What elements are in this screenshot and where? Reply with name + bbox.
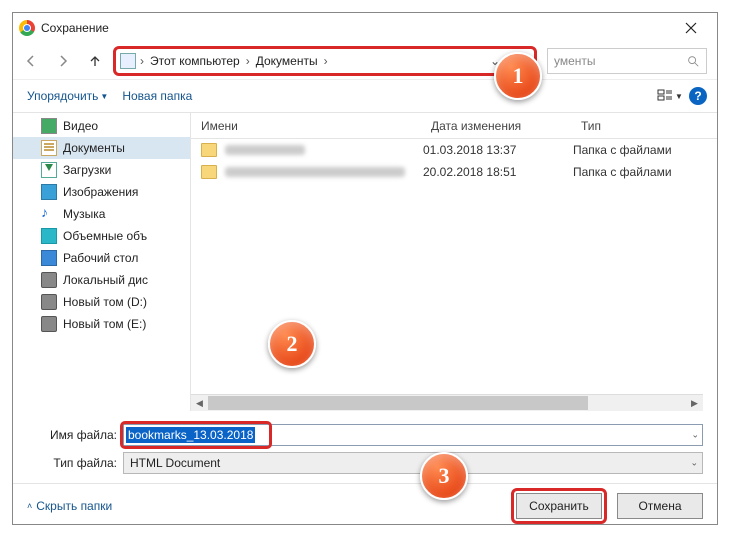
annotation-callout-1: 1 bbox=[494, 52, 542, 100]
blurred-name bbox=[225, 167, 405, 177]
annotation-frame: Сохранить bbox=[511, 488, 607, 524]
chevron-down-icon: ⌄ bbox=[690, 458, 698, 469]
folder-icon bbox=[201, 143, 217, 157]
titlebar: Сохранение bbox=[13, 13, 717, 43]
file-list: Имени Дата изменения Тип 01.03.2018 13:3… bbox=[191, 113, 717, 411]
sidebar-item-images[interactable]: Изображения bbox=[13, 181, 190, 203]
sidebar-item-disk-e[interactable]: Новый том (E:) bbox=[13, 313, 190, 335]
arrow-up-icon bbox=[87, 53, 103, 69]
image-icon bbox=[41, 184, 57, 200]
list-item[interactable]: 20.02.2018 18:51 Папка с файлами bbox=[191, 161, 717, 183]
close-button[interactable] bbox=[671, 13, 711, 43]
file-rows: 01.03.2018 13:37 Папка с файлами 20.02.2… bbox=[191, 139, 717, 411]
arrow-left-icon bbox=[23, 53, 39, 69]
desktop-icon bbox=[41, 250, 57, 266]
view-button[interactable]: ▼ bbox=[657, 85, 683, 107]
chrome-icon bbox=[19, 20, 35, 36]
filetype-label: Тип файла: bbox=[27, 456, 117, 470]
cell-type: Папка с файлами bbox=[573, 165, 672, 179]
chevron-up-icon: ˄ bbox=[27, 501, 32, 511]
pc-icon bbox=[120, 53, 136, 69]
chevron-down-icon: ▼ bbox=[100, 92, 108, 101]
arrow-right-icon bbox=[55, 53, 71, 69]
document-icon bbox=[41, 140, 57, 156]
filetype-value: HTML Document bbox=[130, 456, 220, 470]
cell-type: Папка с файлами bbox=[573, 143, 672, 157]
nav-back-button[interactable] bbox=[17, 47, 45, 75]
annotation-callout-3: 3 bbox=[420, 452, 468, 500]
window-title: Сохранение bbox=[41, 21, 671, 35]
nav-up-button[interactable] bbox=[81, 47, 109, 75]
filename-value: bookmarks_13.03.2018 bbox=[126, 427, 255, 443]
col-name[interactable]: Имени bbox=[191, 119, 431, 133]
music-icon bbox=[41, 206, 57, 222]
nav-row: › Этот компьютер › Документы › ⌄ ументы bbox=[13, 43, 717, 79]
h-scrollbar[interactable]: ◀ ▶ bbox=[191, 394, 703, 411]
hide-folders-button[interactable]: ˄Скрыть папки bbox=[27, 499, 112, 513]
save-button[interactable]: Сохранить bbox=[516, 493, 602, 519]
sidebar-item-music[interactable]: Музыка bbox=[13, 203, 190, 225]
organize-button[interactable]: Упорядочить ▼ bbox=[23, 87, 112, 105]
footer: ˄Скрыть папки Сохранить Отмена bbox=[13, 483, 717, 527]
search-placeholder: ументы bbox=[554, 54, 686, 68]
breadcrumb-seg-pc[interactable]: Этот компьютер bbox=[144, 54, 246, 68]
sidebar-item-video[interactable]: Видео bbox=[13, 115, 190, 137]
cancel-button[interactable]: Отмена bbox=[617, 493, 703, 519]
sidebar-item-disk-d[interactable]: Новый том (D:) bbox=[13, 291, 190, 313]
search-icon bbox=[686, 54, 700, 68]
disk-icon bbox=[41, 272, 57, 288]
nav-fwd-button[interactable] bbox=[49, 47, 77, 75]
close-icon bbox=[685, 22, 697, 34]
disk-icon bbox=[41, 316, 57, 332]
save-dialog: Сохранение › Этот компьютер › Документы … bbox=[12, 12, 718, 525]
sidebar-item-documents[interactable]: Документы bbox=[13, 137, 190, 159]
column-headers[interactable]: Имени Дата изменения Тип bbox=[191, 113, 717, 139]
blurred-name bbox=[225, 145, 305, 155]
address-bar[interactable]: › Этот компьютер › Документы › ⌄ bbox=[113, 46, 537, 76]
list-item[interactable]: 01.03.2018 13:37 Папка с файлами bbox=[191, 139, 717, 161]
download-icon bbox=[41, 162, 57, 178]
col-date[interactable]: Дата изменения bbox=[431, 119, 581, 133]
breadcrumb-seg-docs[interactable]: Документы bbox=[250, 54, 324, 68]
search-input[interactable]: ументы bbox=[547, 48, 707, 74]
sidebar-item-downloads[interactable]: Загрузки bbox=[13, 159, 190, 181]
cube-icon bbox=[41, 228, 57, 244]
scroll-thumb[interactable] bbox=[208, 396, 588, 410]
sidebar-item-desktop[interactable]: Рабочий стол bbox=[13, 247, 190, 269]
view-icon bbox=[657, 88, 673, 104]
chevron-down-icon[interactable]: ⌄ bbox=[691, 430, 699, 441]
scroll-left-icon[interactable]: ◀ bbox=[191, 395, 208, 411]
nav-tree[interactable]: Видео Документы Загрузки Изображения Муз… bbox=[13, 113, 191, 411]
body: Видео Документы Загрузки Изображения Муз… bbox=[13, 113, 717, 411]
filename-label: Имя файла: bbox=[27, 428, 117, 442]
help-icon: ? bbox=[694, 89, 701, 103]
cell-date: 20.02.2018 18:51 bbox=[423, 165, 573, 179]
annotation-callout-2: 2 bbox=[268, 320, 316, 368]
col-type[interactable]: Тип bbox=[581, 119, 717, 133]
chevron-right-icon: › bbox=[324, 54, 328, 68]
folder-icon bbox=[201, 165, 217, 179]
fields: Имя файла: bookmarks_13.03.2018 ⌄ Тип фа… bbox=[13, 411, 717, 483]
newfolder-button[interactable]: Новая папка bbox=[118, 87, 196, 105]
toolbar: Упорядочить ▼ Новая папка ▼ ? bbox=[13, 79, 717, 113]
filetype-select[interactable]: HTML Document ⌄ bbox=[123, 452, 703, 474]
scroll-right-icon[interactable]: ▶ bbox=[686, 395, 703, 411]
cell-date: 01.03.2018 13:37 bbox=[423, 143, 573, 157]
sidebar-item-localdisk[interactable]: Локальный дис bbox=[13, 269, 190, 291]
video-icon bbox=[41, 118, 57, 134]
sidebar-item-3d[interactable]: Объемные объ bbox=[13, 225, 190, 247]
help-button[interactable]: ? bbox=[689, 87, 707, 105]
disk-icon bbox=[41, 294, 57, 310]
